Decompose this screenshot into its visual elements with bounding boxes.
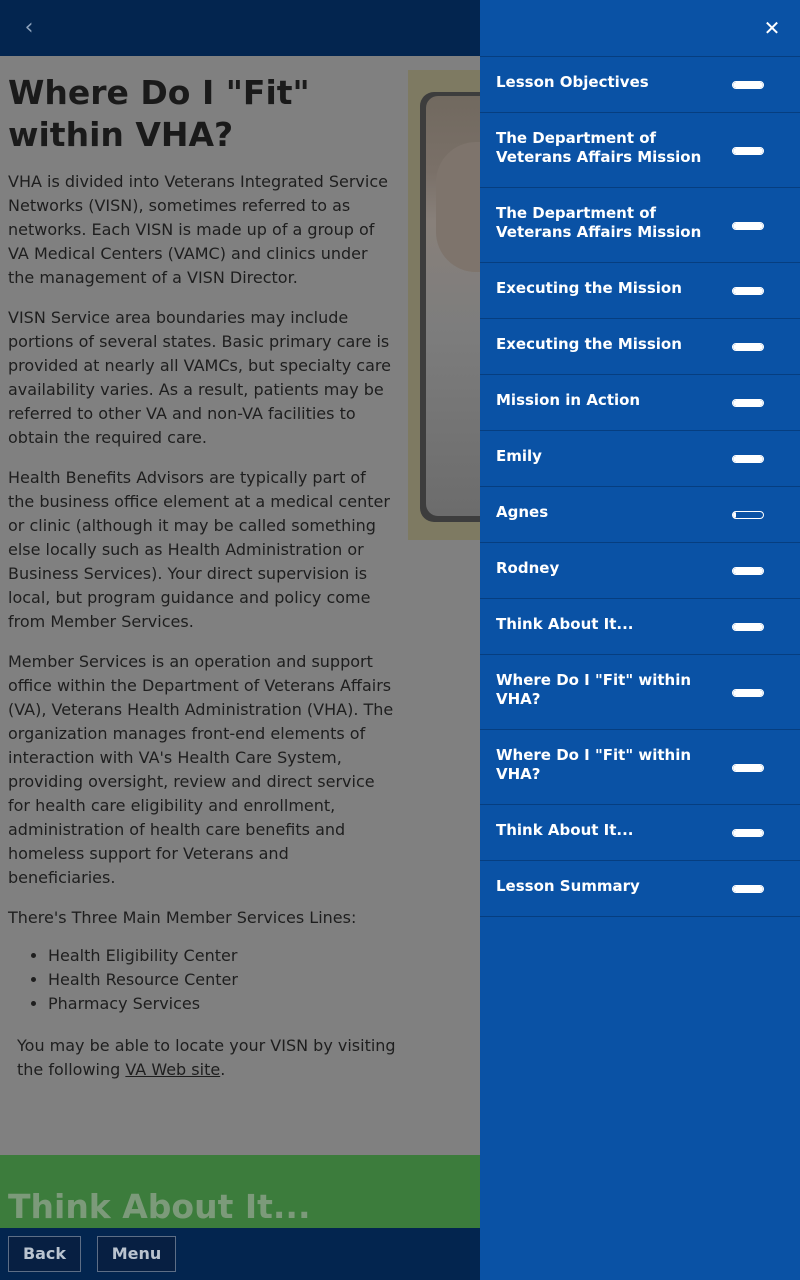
menu-item-label: The Department of Veterans Affairs Missi… [496, 204, 702, 241]
menu-item[interactable]: Where Do I "Fit" within VHA? [480, 655, 800, 730]
menu-item[interactable]: Lesson Summary [480, 861, 800, 917]
menu-item[interactable]: Lesson Objectives [480, 57, 800, 113]
progress-bar [732, 399, 764, 407]
menu-item-label: The Department of Veterans Affairs Missi… [496, 129, 702, 166]
menu-item-label: Think About It... [496, 615, 634, 633]
member-services-lines-list: Health Eligibility Center Health Resourc… [8, 944, 396, 1016]
progress-bar [732, 885, 764, 893]
list-item: Pharmacy Services [48, 992, 396, 1016]
menu-item[interactable]: Think About It... [480, 805, 800, 861]
chevron-left-icon[interactable]: ‹ [18, 16, 40, 40]
menu-item-label: Lesson Objectives [496, 73, 649, 91]
progress-bar [732, 567, 764, 575]
progress-bar [732, 222, 764, 230]
progress-fill [733, 624, 763, 630]
menu-item-label: Mission in Action [496, 391, 641, 409]
progress-fill [733, 830, 763, 836]
progress-fill [733, 456, 763, 462]
menu-item[interactable]: The Department of Veterans Affairs Missi… [480, 113, 800, 188]
lesson-menu-list: Lesson Objectives The Department of Veter… [480, 57, 800, 917]
progress-fill [733, 288, 763, 294]
bottom-bar: Back Menu [0, 1228, 480, 1280]
progress-fill [733, 690, 763, 696]
progress-fill [733, 82, 763, 88]
paragraph: There's Three Main Member Services Lines… [8, 908, 357, 927]
menu-item[interactable]: Executing the Mission [480, 263, 800, 319]
progress-bar [732, 455, 764, 463]
locate-visn-text: You may be able to locate your VISN by v… [17, 1034, 397, 1082]
menu-item[interactable]: Executing the Mission [480, 319, 800, 375]
next-section-title: Think About It... [8, 1187, 311, 1226]
progress-bar [732, 689, 764, 697]
menu-item-label: Agnes [496, 503, 549, 521]
next-section-banner: Think About It... [0, 1155, 480, 1235]
menu-item-label: Executing the Mission [496, 335, 682, 353]
progress-fill [733, 344, 763, 350]
advisor-photo-face [436, 142, 480, 272]
menu-item[interactable]: Mission in Action [480, 375, 800, 431]
progress-fill [733, 765, 763, 771]
va-web-site-link[interactable]: VA Web site [125, 1060, 220, 1079]
progress-fill [733, 512, 736, 518]
menu-item-label: Executing the Mission [496, 279, 682, 297]
paragraph: Member Services is an operation and supp… [8, 652, 394, 887]
list-item: Health Eligibility Center [48, 944, 396, 968]
menu-item-label: Think About It... [496, 821, 634, 839]
menu-item[interactable]: Agnes [480, 487, 800, 543]
menu-item-label: Where Do I "Fit" within VHA? [496, 746, 692, 783]
progress-bar [732, 343, 764, 351]
progress-fill [733, 568, 763, 574]
paragraph: VHA is divided into Veterans Integrated … [8, 172, 388, 287]
menu-item[interactable]: The Department of Veterans Affairs Missi… [480, 188, 800, 263]
paragraph: Health Benefits Advisors are typically p… [8, 468, 390, 631]
menu-item[interactable]: Rodney [480, 543, 800, 599]
back-button[interactable]: Back [8, 1236, 81, 1272]
locate-suffix: . [220, 1060, 226, 1079]
progress-bar [732, 829, 764, 837]
progress-bar [732, 623, 764, 631]
progress-fill [733, 400, 763, 406]
menu-item[interactable]: Where Do I "Fit" within VHA? [480, 730, 800, 805]
paragraph: VISN Service area boundaries may include… [8, 308, 391, 447]
progress-bar [732, 81, 764, 89]
progress-fill [733, 148, 763, 154]
list-item: Health Resource Center [48, 968, 396, 992]
menu-item[interactable]: Think About It... [480, 599, 800, 655]
page-title: Where Do I "Fit" within VHA? [8, 73, 310, 154]
progress-bar [732, 287, 764, 295]
close-icon[interactable]: ✕ [758, 14, 786, 42]
menu-item-label: Rodney [496, 559, 560, 577]
menu-item-label: Where Do I "Fit" within VHA? [496, 671, 692, 708]
menu-item-label: Lesson Summary [496, 877, 640, 895]
drawer-header: ✕ [480, 0, 800, 57]
menu-button[interactable]: Menu [97, 1236, 176, 1272]
progress-bar [732, 511, 764, 519]
menu-item[interactable]: Emily [480, 431, 800, 487]
progress-fill [733, 223, 763, 229]
lesson-content: Where Do I "Fit" within VHA? VHA is divi… [0, 56, 480, 1156]
menu-item-label: Emily [496, 447, 542, 465]
progress-bar [732, 147, 764, 155]
progress-fill [733, 886, 763, 892]
progress-bar [732, 764, 764, 772]
lesson-menu-drawer: ✕ Lesson Objectives The Department of Vet… [480, 0, 800, 1280]
lesson-body: VHA is divided into Veterans Integrated … [8, 170, 396, 1016]
